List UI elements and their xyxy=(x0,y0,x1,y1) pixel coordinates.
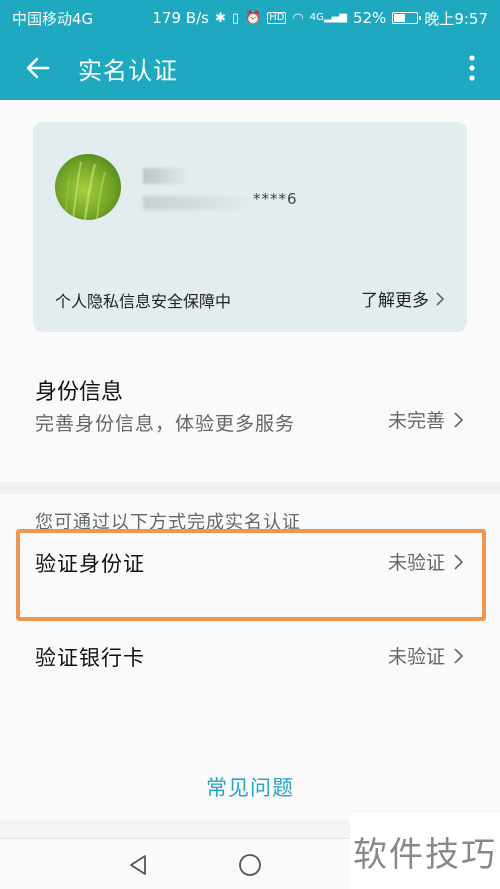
verify-bank-card-status: 未验证 xyxy=(388,642,464,669)
verify-bank-card-label: 验证银行卡 xyxy=(35,646,145,670)
username-blurred xyxy=(143,168,185,184)
page-title: 实名认证 xyxy=(78,56,178,85)
bluetooth-icon: ✱ xyxy=(214,10,226,26)
account-blurred xyxy=(143,196,253,210)
triangle-back-icon xyxy=(130,855,146,875)
watermark: 软件技巧 xyxy=(350,814,500,889)
network-speed: 179 B/s xyxy=(152,9,209,27)
chevron-right-icon xyxy=(454,411,464,428)
app-bar: 实名认证 xyxy=(0,36,500,100)
identity-info-description: 完善身份信息，体验更多服务 xyxy=(35,413,296,435)
arrow-left-icon xyxy=(26,57,50,79)
signal-icon: 4G▂▄▆ xyxy=(309,12,347,23)
identity-status-label: 未完善 xyxy=(387,410,445,432)
back-button[interactable] xyxy=(10,36,66,100)
main-content: ****6 个人隐私信息安全保障中 了解更多 身份信息 完善身份信息，体验更多服… xyxy=(0,100,500,820)
privacy-text: 个人隐私信息安全保障中 xyxy=(55,292,232,311)
verify-bank-card-status-label: 未验证 xyxy=(387,646,445,668)
identity-info-row[interactable]: 身份信息 完善身份信息，体验更多服务 未完善 xyxy=(0,350,500,480)
battery-fill xyxy=(394,14,406,22)
nav-home-button[interactable] xyxy=(238,853,262,881)
section-divider xyxy=(0,482,500,494)
clock: 晚上9:57 xyxy=(424,9,488,28)
learn-more-label: 了解更多 xyxy=(361,291,429,311)
more-vertical-icon xyxy=(469,55,475,81)
more-options-button[interactable] xyxy=(452,36,492,100)
highlight-box xyxy=(16,529,486,621)
avatar-image xyxy=(64,161,106,220)
learn-more-link[interactable]: 了解更多 xyxy=(361,286,445,311)
avatar[interactable] xyxy=(55,154,121,220)
chevron-right-icon xyxy=(436,291,445,306)
identity-info-title: 身份信息 xyxy=(35,380,124,405)
carrier-label: 中国移动4G xyxy=(12,9,94,28)
faq-link[interactable]: 常见问题 xyxy=(0,772,500,802)
alarm-icon: ⏰ xyxy=(245,10,262,26)
masked-account-number: ****6 xyxy=(253,190,298,208)
circle-home-icon xyxy=(239,854,261,876)
battery-icon xyxy=(392,12,422,24)
status-bar: 中国移动4G 179 B/s ✱ ▯ ⏰ HD ◠ 4G▂▄▆ 52% 晚上9:… xyxy=(0,0,500,36)
verify-bank-card-row[interactable]: 验证银行卡 未验证 xyxy=(0,624,500,688)
status-icons: 179 B/s ✱ ▯ ⏰ HD ◠ 4G▂▄▆ 52% 晚上9:57 xyxy=(152,8,488,29)
chevron-right-icon xyxy=(454,647,464,664)
nav-back-button[interactable] xyxy=(126,853,150,881)
identity-info-status: 未完善 xyxy=(388,406,464,433)
network-type: 4G xyxy=(309,12,324,23)
battery-percent: 52% xyxy=(352,9,387,27)
profile-card: ****6 个人隐私信息安全保障中 了解更多 xyxy=(33,122,467,332)
hd-icon: HD xyxy=(267,12,287,24)
wifi-icon: ◠ xyxy=(292,10,304,26)
vibrate-icon: ▯ xyxy=(231,10,239,26)
